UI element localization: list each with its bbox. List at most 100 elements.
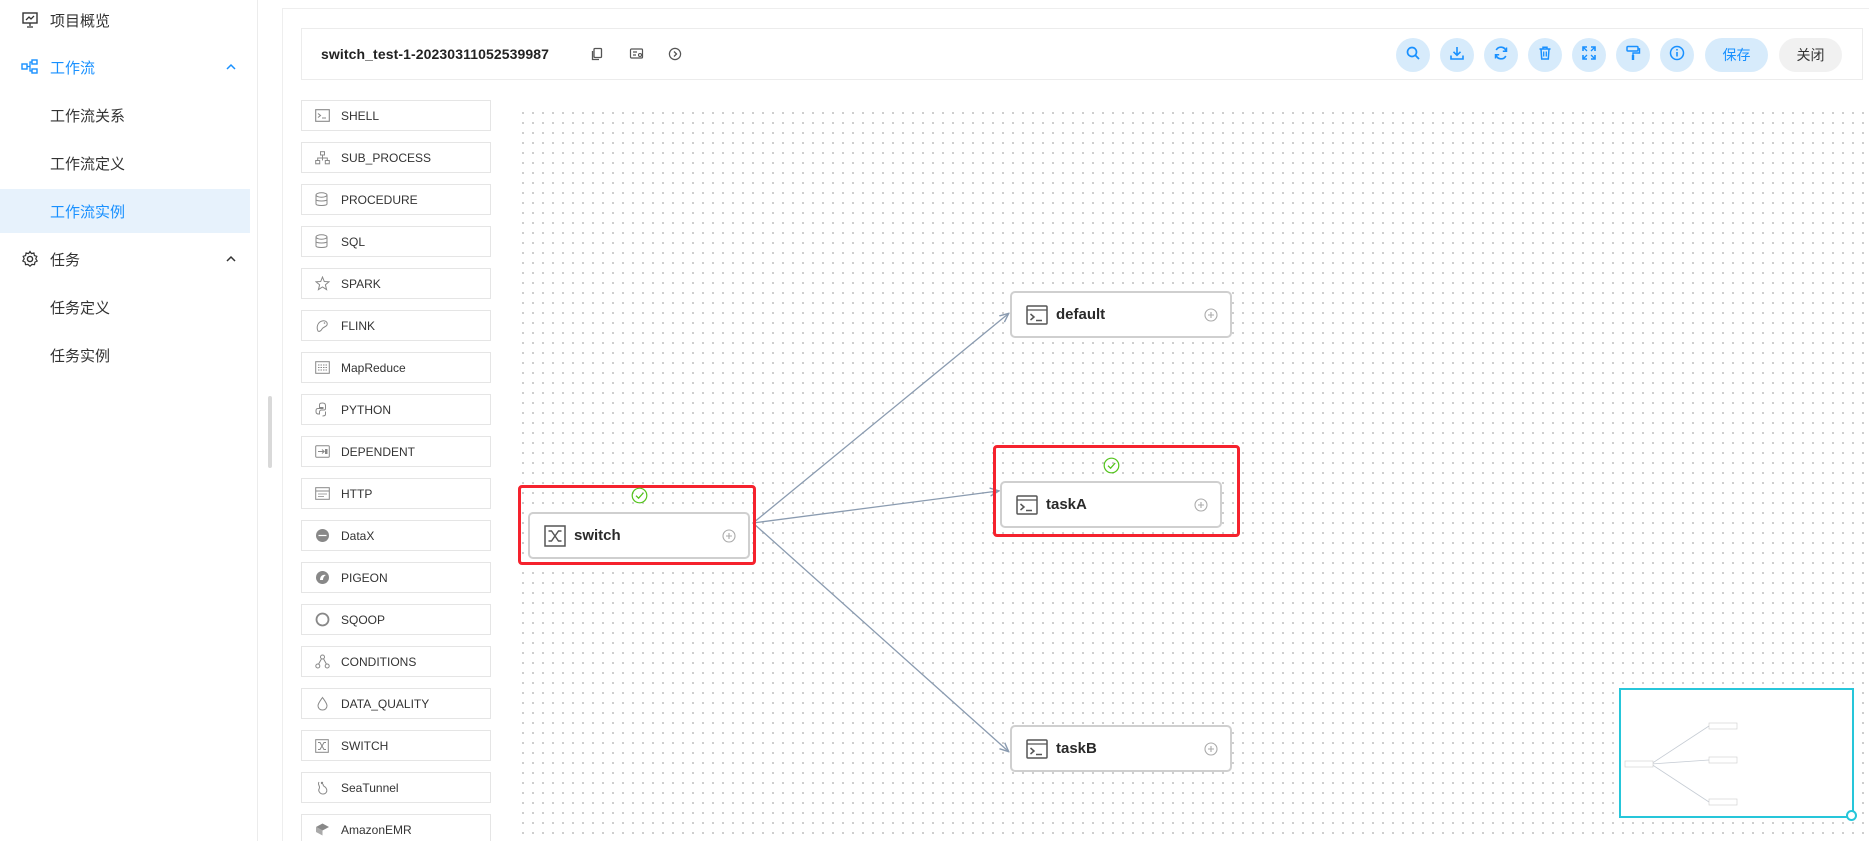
sidebar-item-workflow-definition[interactable]: 工作流定义 [0, 141, 250, 185]
sidebar-item-workflow-relation[interactable]: 工作流关系 [0, 93, 250, 137]
sidebar-item-label: 任务实例 [50, 347, 111, 365]
format-button[interactable] [1616, 38, 1650, 72]
palette-item-label: PYTHON [341, 402, 392, 417]
sidebar-group-task[interactable]: 任务 [0, 237, 250, 281]
sidebar-item-task-definition[interactable]: 任务定义 [0, 285, 250, 329]
palette-item-sub-process[interactable]: SUB_PROCESS [301, 142, 491, 173]
conditions-icon [314, 654, 330, 670]
chevron-up-icon [224, 252, 238, 266]
gear-icon [20, 249, 40, 269]
close-button[interactable]: 关闭 [1779, 38, 1842, 72]
success-check-icon [1103, 457, 1120, 474]
palette-item-dependent[interactable]: DEPENDENT [301, 436, 491, 467]
save-button[interactable]: 保存 [1705, 38, 1768, 72]
minimap-resize-handle[interactable] [1846, 810, 1857, 821]
dag-node-taska[interactable]: taskA [1000, 481, 1222, 528]
sidebar-resize-handle[interactable] [268, 396, 272, 468]
download-button[interactable] [1440, 38, 1474, 72]
palette-item-label: PROCEDURE [341, 192, 418, 207]
paint-roller-icon [1625, 45, 1641, 66]
switch-icon [544, 524, 566, 547]
sidebar-item-label: 工作流实例 [50, 203, 126, 221]
terminal-icon [1026, 304, 1048, 326]
presentation-icon [20, 10, 40, 30]
palette-item-label: DEPENDENT [341, 444, 416, 459]
palette-item-label: PIGEON [341, 570, 388, 585]
dag-node-default[interactable]: default [1010, 291, 1232, 338]
star-icon [314, 276, 330, 292]
edit-params-icon[interactable] [628, 46, 644, 62]
add-circle-icon[interactable] [1204, 307, 1218, 322]
palette-item-data-quality[interactable]: DATA_QUALITY [301, 688, 491, 719]
palette-item-procedure[interactable]: PROCEDURE [301, 184, 491, 215]
copy-icon[interactable] [589, 46, 605, 62]
palette-item-datax[interactable]: DataX [301, 520, 491, 551]
delete-button[interactable] [1528, 38, 1562, 72]
sidebar-group-workflow[interactable]: 工作流 [0, 45, 250, 89]
palette-item-mapreduce[interactable]: MapReduce [301, 352, 491, 383]
datax-icon [314, 528, 330, 544]
palette-item-conditions[interactable]: CONDITIONS [301, 646, 491, 677]
dependent-icon [314, 444, 330, 460]
palette-item-sqoop[interactable]: SQOOP [301, 604, 491, 635]
sidebar-item-label: 工作流关系 [50, 107, 126, 125]
fullscreen-icon [1581, 45, 1597, 66]
sidebar-item-label: 工作流 [50, 59, 96, 77]
palette-item-seatunnel[interactable]: SeaTunnel [301, 772, 491, 803]
palette-item-label: AmazonEMR [341, 822, 412, 837]
amazon-emr-icon [314, 822, 330, 838]
search-icon [1405, 45, 1421, 66]
search-button[interactable] [1396, 38, 1430, 72]
palette-item-label: SHELL [341, 108, 380, 123]
minimap[interactable] [1619, 688, 1854, 818]
node-label: default [1056, 306, 1106, 323]
sidebar-item-workflow-instance[interactable]: 工作流实例 [0, 189, 250, 233]
add-circle-icon[interactable] [1194, 497, 1208, 512]
node-label: taskA [1046, 496, 1087, 513]
palette-item-label: SPARK [341, 276, 381, 291]
palette-item-http[interactable]: HTTP [301, 478, 491, 509]
sidebar-item-label: 工作流定义 [50, 155, 126, 173]
palette-item-switch[interactable]: SWITCH [301, 730, 491, 761]
add-circle-icon[interactable] [1204, 741, 1218, 756]
node-label: taskB [1056, 740, 1097, 757]
add-circle-icon[interactable] [722, 528, 736, 543]
sidebar: 项目概览 工作流 工作流关系 工作流定义 工作流实例 任务 任务定义 任务实例 [0, 0, 258, 841]
palette-item-label: FLINK [341, 318, 376, 333]
info-icon [1669, 45, 1685, 66]
sidebar-item-project-overview[interactable]: 项目概览 [0, 0, 250, 42]
palette-item-label: CONDITIONS [341, 654, 417, 669]
palette-item-python[interactable]: PYTHON [301, 394, 491, 425]
workflow-name: switch_test-1-20230311052539987 [321, 46, 550, 62]
palette-item-pigeon[interactable]: PIGEON [301, 562, 491, 593]
trash-icon [1537, 45, 1553, 66]
fullscreen-button[interactable] [1572, 38, 1606, 72]
success-check-icon [631, 487, 648, 504]
http-icon [314, 486, 330, 502]
palette-item-shell[interactable]: SHELL [301, 100, 491, 131]
sidebar-item-label: 任务 [50, 251, 81, 269]
palette-item-amazon-emr[interactable]: AmazonEMR [301, 814, 491, 841]
python-icon [314, 402, 330, 418]
pigeon-icon [314, 570, 330, 586]
palette-item-label: SQOOP [341, 612, 386, 627]
dag-node-taskb[interactable]: taskB [1010, 725, 1232, 772]
palette-item-label: SQL [341, 234, 366, 249]
palette-item-sql[interactable]: SQL [301, 226, 491, 257]
sidebar-item-label: 任务定义 [50, 299, 111, 317]
palette-item-label: SUB_PROCESS [341, 150, 432, 165]
palette-item-label: SeaTunnel [341, 780, 399, 795]
sidebar-item-task-instance[interactable]: 任务实例 [0, 333, 250, 377]
palette-item-label: DataX [341, 528, 375, 543]
database-icon [314, 192, 330, 208]
refresh-button[interactable] [1484, 38, 1518, 72]
info-button[interactable] [1660, 38, 1694, 72]
download-icon [1449, 45, 1465, 66]
dag-node-switch[interactable]: switch [528, 512, 750, 559]
workflow-icon [20, 57, 40, 77]
palette-item-label: SWITCH [341, 738, 389, 753]
node-label: switch [574, 527, 621, 544]
palette-item-flink[interactable]: FLINK [301, 310, 491, 341]
startup-params-icon[interactable] [667, 46, 683, 62]
palette-item-spark[interactable]: SPARK [301, 268, 491, 299]
